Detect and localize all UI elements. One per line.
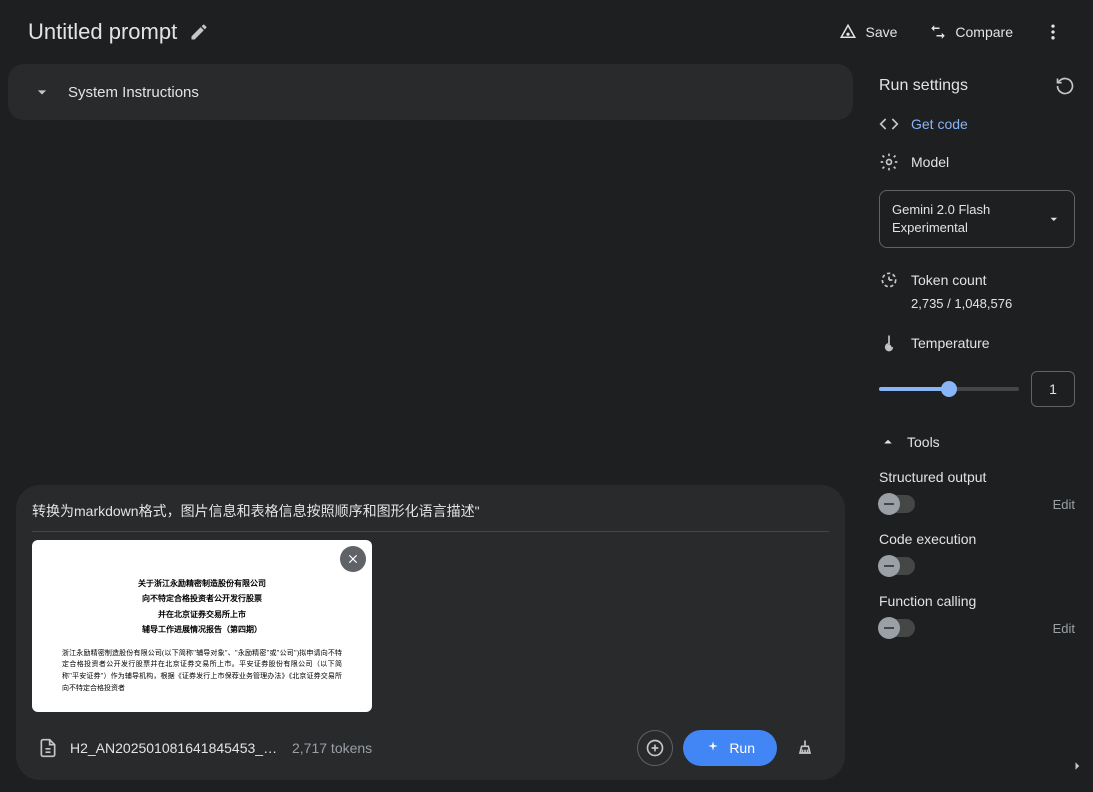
compare-label: Compare (955, 24, 1013, 40)
settings-title: Run settings (879, 77, 968, 95)
model-name: Gemini 2.0 Flash Experimental (892, 201, 1046, 237)
structured-output-edit[interactable]: Edit (1053, 497, 1075, 512)
code-execution-label: Code execution (879, 531, 1075, 547)
get-code-link[interactable]: Get code (911, 116, 968, 132)
run-label: Run (729, 740, 755, 756)
temperature-icon (879, 333, 899, 353)
token-count-label: Token count (911, 272, 987, 288)
prompt-input[interactable] (32, 499, 829, 532)
doc-line: 辅导工作进展情况报告（第四期） (62, 623, 342, 637)
attachment-thumbnail[interactable]: 关于浙江永励精密制造股份有限公司 向不特定合格投资者公开发行股票 并在北京证券交… (32, 540, 372, 712)
temperature-slider[interactable] (879, 379, 1019, 399)
function-calling-edit[interactable]: Edit (1053, 621, 1075, 636)
attachment-filename: H2_AN202501081641845453_1(... (70, 740, 280, 756)
run-button[interactable]: Run (683, 730, 777, 766)
model-section-label: Model (911, 154, 949, 170)
compare-button[interactable]: Compare (917, 15, 1025, 49)
model-selector[interactable]: Gemini 2.0 Flash Experimental (879, 190, 1075, 248)
top-bar: Untitled prompt Save Compare (0, 0, 1093, 64)
temperature-label: Temperature (911, 335, 990, 351)
add-attachment-button[interactable] (637, 730, 673, 766)
system-instructions-label: System Instructions (68, 84, 199, 101)
input-panel: 关于浙江永励精密制造股份有限公司 向不特定合格投资者公开发行股票 并在北京证券交… (16, 485, 845, 780)
clear-button[interactable] (787, 730, 823, 766)
reset-settings-icon[interactable] (1055, 76, 1075, 96)
model-icon (879, 152, 899, 172)
tools-label: Tools (907, 434, 940, 450)
settings-panel: Run settings Get code Model Gemini 2.0 F… (861, 64, 1093, 792)
chevron-up-icon (879, 433, 897, 451)
remove-attachment-button[interactable] (340, 546, 366, 572)
prompt-title: Untitled prompt (28, 19, 177, 45)
function-calling-toggle[interactable] (879, 619, 915, 637)
code-execution-toggle[interactable] (879, 557, 915, 575)
dropdown-arrow-icon (1046, 210, 1062, 228)
structured-output-toggle[interactable] (879, 495, 915, 513)
tools-section-toggle[interactable]: Tools (879, 433, 1075, 451)
attachment-token-count: 2,717 tokens (292, 740, 372, 756)
doc-line: 并在北京证券交易所上市 (62, 608, 342, 622)
file-icon (38, 738, 58, 758)
system-instructions-toggle[interactable]: System Instructions (8, 64, 853, 120)
edit-title-icon[interactable] (189, 22, 209, 42)
doc-body: 浙江永励精密制造股份有限公司(以下简称"辅导对象"、"永励精密"或"公司")拟申… (62, 648, 342, 696)
token-icon (879, 270, 899, 290)
code-icon (879, 114, 899, 134)
token-count-value: 2,735 / 1,048,576 (879, 296, 1075, 311)
structured-output-label: Structured output (879, 469, 1075, 485)
more-menu-button[interactable] (1033, 12, 1073, 52)
save-button[interactable]: Save (827, 15, 909, 49)
save-label: Save (865, 24, 897, 40)
temperature-input[interactable] (1031, 371, 1075, 407)
doc-line: 向不特定合格投资者公开发行股票 (62, 592, 342, 606)
conversation-area (8, 128, 853, 485)
collapse-panel-button[interactable] (1065, 754, 1089, 778)
doc-line: 关于浙江永励精密制造股份有限公司 (62, 577, 342, 591)
chevron-down-icon (32, 82, 52, 102)
function-calling-label: Function calling (879, 593, 1075, 609)
